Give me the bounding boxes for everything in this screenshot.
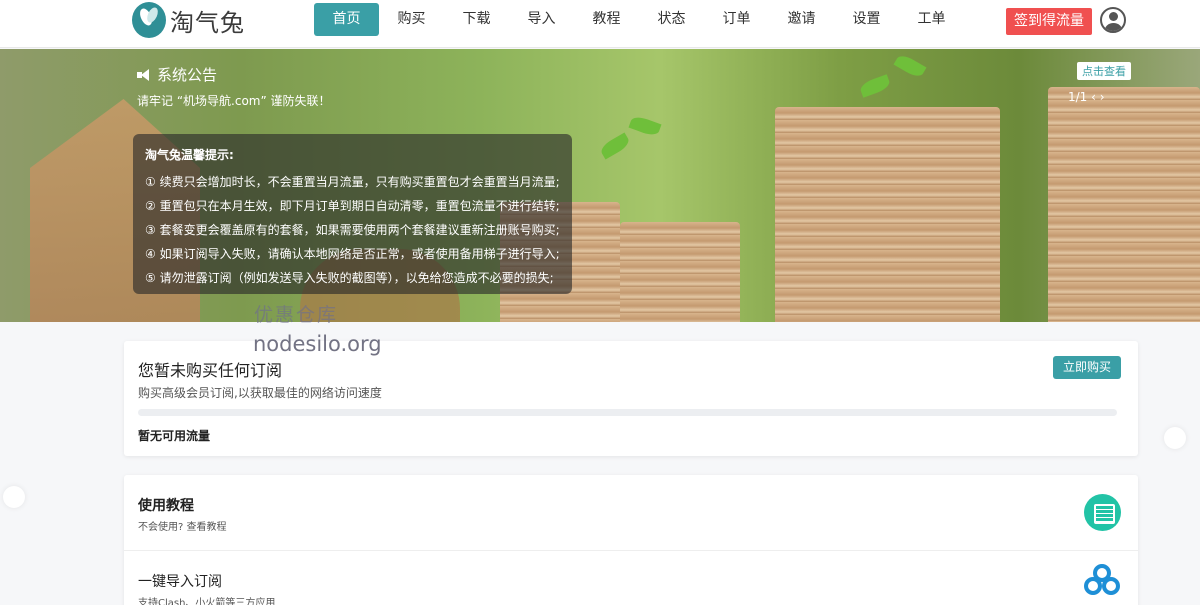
view-notice-button[interactable]: 点击查看 [1077, 62, 1131, 80]
leaf-decoration [598, 132, 632, 160]
notice-text: 请牢记 “机场导航.com” 谨防失联！ [137, 94, 331, 108]
coin-stack-image [620, 222, 740, 322]
nav-item-home[interactable]: 首页 [314, 3, 379, 36]
tips-line: ⑤ 请勿泄露订阅（例如发送导入失败的截图等），以免给您造成不必要的损失; [145, 271, 554, 285]
watermark-text: 优惠仓库 [254, 304, 339, 326]
link-icon [1084, 564, 1121, 601]
decorative-circle [1164, 427, 1186, 449]
coin-stack-image [1048, 87, 1200, 322]
brand-name: 淘气兔 [170, 8, 245, 37]
tutorial-subtitle: 不会使用? 查看教程 [138, 522, 227, 533]
watermark-url: nodesilo.org [253, 332, 382, 356]
tips-title: 淘气兔温馨提示: [145, 148, 234, 162]
tips-box: 淘气兔温馨提示: ① 续费只会增加时长，不会重置当月流量，只有购买重置包才会重置… [133, 134, 572, 294]
brand-logo[interactable]: 淘气兔 [132, 2, 245, 38]
user-avatar-icon[interactable] [1100, 7, 1126, 33]
book-icon [1084, 494, 1121, 531]
top-navbar: 淘气兔 首页 购买 下载 导入 教程 状态 订单 邀请 设置 工单 签到得流量 [0, 0, 1200, 48]
import-subtitle: 支持Clash、小火箭等三方应用 [138, 598, 276, 605]
speaker-icon [137, 68, 153, 82]
subscription-card: 您暂未购买任何订阅 购买高级会员订阅,以获取最佳的网络访问速度 立即购买 暂无可… [124, 341, 1138, 456]
leaf-decoration [628, 114, 662, 138]
main-nav: 首页 购买 下载 导入 教程 状态 订单 邀请 设置 工单 [314, 3, 964, 36]
nav-item-buy[interactable]: 购买 [379, 3, 444, 36]
nav-item-orders[interactable]: 订单 [704, 3, 769, 36]
tips-line: ④ 如果订阅导入失败，请确认本地网络是否正常，或者使用备用梯子进行导入; [145, 247, 560, 261]
subscription-title: 您暂未购买任何订阅 [138, 361, 283, 380]
notice-pager[interactable]: 1/1 ‹ › [1068, 90, 1105, 104]
traffic-progress-bar [138, 409, 1117, 416]
import-title: 一键导入订阅 [138, 574, 222, 590]
nav-item-import[interactable]: 导入 [509, 3, 574, 36]
traffic-status: 暂无可用流量 [138, 429, 211, 443]
rabbit-logo-icon [132, 2, 166, 38]
tutorial-title: 使用教程 [138, 498, 194, 514]
nav-item-tickets[interactable]: 工单 [899, 3, 964, 36]
tips-line: ③ 套餐变更会覆盖原有的套餐，如果需要使用两个套餐建议重新注册账号购买; [145, 223, 560, 237]
subscription-desc: 购买高级会员订阅,以获取最佳的网络访问速度 [138, 386, 382, 400]
nav-item-tutorial[interactable]: 教程 [574, 3, 639, 36]
nav-item-download[interactable]: 下载 [444, 3, 509, 36]
leaf-decoration [893, 52, 927, 80]
buy-now-button[interactable]: 立即购买 [1053, 356, 1121, 379]
notice-title: 系统公告 [137, 64, 217, 85]
tutorial-list-item[interactable]: 使用教程 不会使用? 查看教程 [124, 475, 1138, 550]
nav-item-invite[interactable]: 邀请 [769, 3, 834, 36]
nav-item-settings[interactable]: 设置 [834, 3, 899, 36]
shortcut-list-card: 使用教程 不会使用? 查看教程 一键导入订阅 支持Clash、小火箭等三方应用 [124, 475, 1138, 605]
decorative-circle [3, 486, 25, 508]
tips-line: ① 续费只会增加时长，不会重置当月流量，只有购买重置包才会重置当月流量; [145, 175, 560, 189]
notice-title-text: 系统公告 [157, 66, 218, 84]
nav-item-status[interactable]: 状态 [639, 3, 704, 36]
leaf-decoration [858, 74, 892, 98]
import-subscription-list-item[interactable]: 一键导入订阅 支持Clash、小火箭等三方应用 [124, 550, 1138, 605]
signin-traffic-button[interactable]: 签到得流量 [1006, 8, 1092, 35]
coin-stack-image [775, 107, 1000, 322]
tips-line: ② 重置包只在本月生效，即下月订单到期日自动清零，重置包流量不进行结转; [145, 199, 560, 213]
